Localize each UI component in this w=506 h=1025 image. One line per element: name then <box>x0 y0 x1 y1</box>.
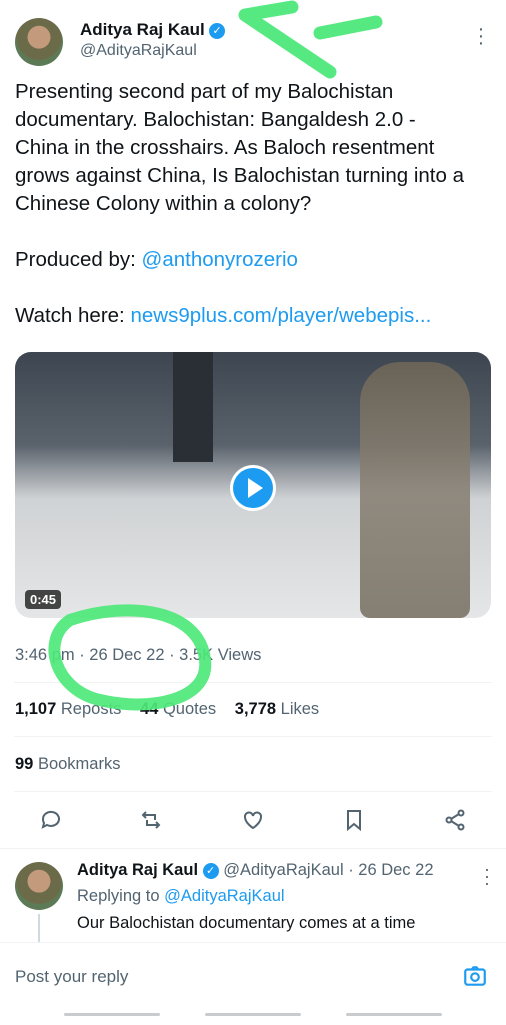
annotation-circle <box>48 604 212 711</box>
annotation-arrow-line <box>313 15 383 40</box>
annotation-arrow-head <box>238 0 337 79</box>
annotation-marks <box>48 0 383 711</box>
